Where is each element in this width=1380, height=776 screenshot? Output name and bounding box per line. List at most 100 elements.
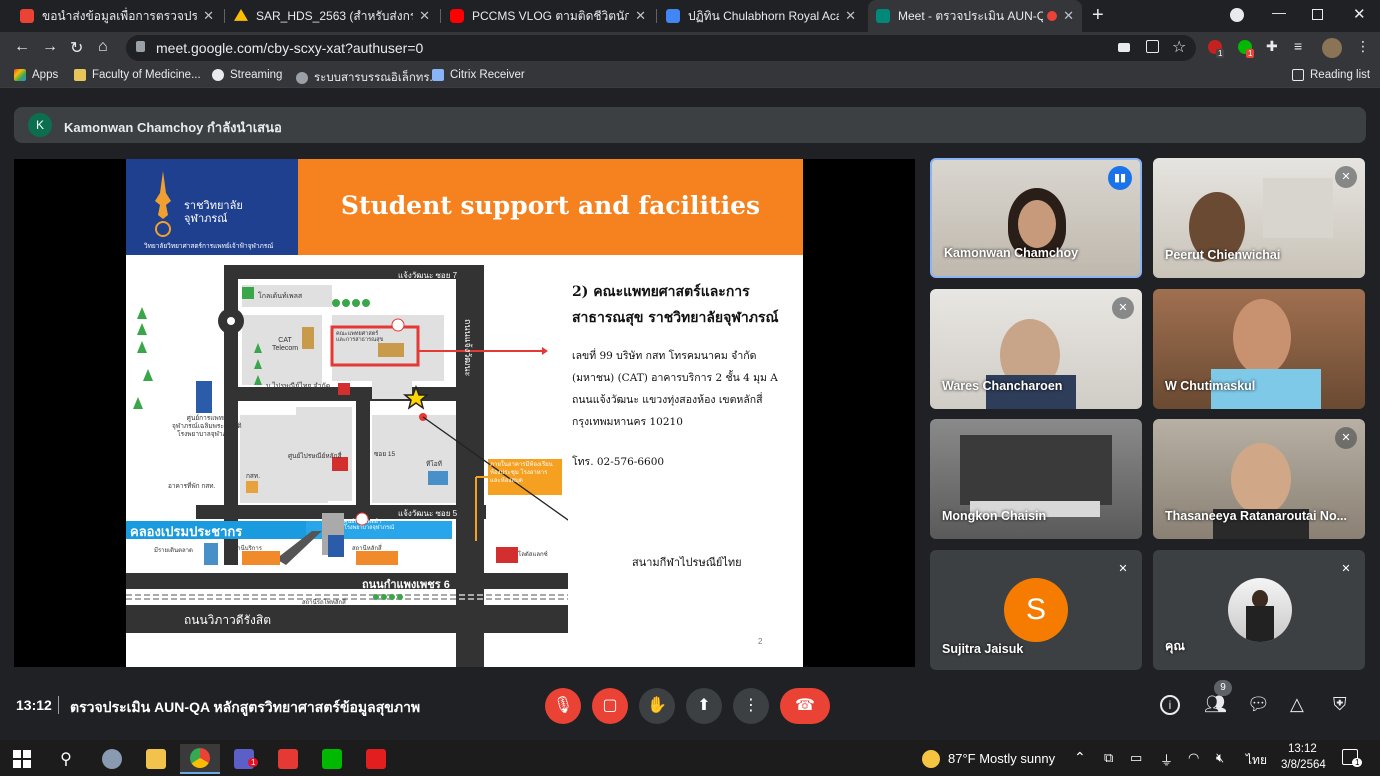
leave-call-button[interactable]: ☎ <box>780 688 830 724</box>
camera-icon[interactable] <box>1118 43 1130 52</box>
bookmark-streaming[interactable]: Streaming <box>212 69 282 81</box>
participant-name: คุณ <box>1165 639 1185 653</box>
people-icon[interactable]: 👥︎ <box>1204 694 1227 715</box>
mic-toggle-button[interactable]: 🎙︎ <box>545 688 581 724</box>
acrobat-icon[interactable] <box>356 744 396 774</box>
file-explorer-icon[interactable] <box>136 744 176 774</box>
mic-off-icon: ✕ <box>1112 297 1134 319</box>
media-icon[interactable]: ≡ <box>1294 38 1302 54</box>
bookmark-apps[interactable]: Apps <box>14 69 58 81</box>
presenter-text: Kamonwan Chamchoy กำลังนำเสนอ <box>64 120 282 135</box>
map-label-cat2: กสท. <box>246 473 260 480</box>
browser-tab-5[interactable]: Meet - ตรวจประเมิน AUN-QA ✕ <box>868 0 1082 32</box>
input-language[interactable]: ไทย <box>1246 751 1267 770</box>
close-icon[interactable]: ✕ <box>635 8 646 24</box>
participant-name: Mongkon Chaisin <box>942 509 1047 523</box>
new-tab-button[interactable]: + <box>1092 4 1104 27</box>
participant-avatar <box>1228 578 1292 642</box>
weather-text[interactable]: 87°F Mostly sunny <box>948 751 1055 766</box>
close-icon[interactable]: ✕ <box>203 8 214 24</box>
logo-text: ราชวิทยาลัย จุฬาภรณ์ <box>184 199 243 225</box>
participant-tile[interactable]: ✕ Thasaneeya Ratanaroutai No... <box>1153 419 1365 539</box>
slide-title-panel: Student support and facilities <box>298 159 803 255</box>
chrome-icon[interactable] <box>180 744 220 774</box>
campus-map: แจ้งวัฒนะ ซอย 7 แจ้งวัฒนะ ซอย 5 ถนนแจ้งว… <box>126 259 568 667</box>
extension-icon[interactable]: 1 <box>1208 40 1225 58</box>
minimize-button[interactable]: — <box>1272 4 1286 20</box>
maximize-button[interactable] <box>1312 9 1323 20</box>
folder-icon <box>74 69 86 81</box>
camera-toggle-button[interactable]: ▢ <box>592 688 628 724</box>
bookmark-citrix[interactable]: Citrix Receiver <box>432 69 525 81</box>
home-icon[interactable]: ⌂ <box>98 38 108 56</box>
browser-tab-4[interactable]: ปฏิทิน Chulabhorn Royal Academ ✕ <box>658 0 864 32</box>
drive-icon <box>234 9 248 21</box>
presenting-banner: K Kamonwan Chamchoy กำลังนำเสนอ <box>14 107 1366 143</box>
teams-icon[interactable]: 1 <box>224 744 264 774</box>
back-icon[interactable]: ← <box>14 38 30 56</box>
windows-taskbar: ⚲ 1 87°F Mostly sunny ⌃ ⧉ ▭ ⏚ ◠ 🔇︎ ไทย 1… <box>0 740 1380 776</box>
raise-hand-button[interactable]: ✋ <box>639 688 675 724</box>
chevron-up-icon[interactable]: ⌃ <box>1074 749 1086 766</box>
participant-tile[interactable]: ✕ Peerut Chienwichai <box>1153 158 1365 278</box>
present-now-button[interactable]: ⬆ <box>686 688 722 724</box>
activities-icon[interactable]: △ <box>1290 694 1304 715</box>
map-label-station1: สถานีรถไฟหลักสี่ <box>302 600 346 606</box>
reload-icon[interactable]: ↻ <box>70 38 83 58</box>
mic-off-icon: ✕ <box>1335 558 1357 580</box>
weather-icon[interactable] <box>922 750 940 768</box>
search-icon[interactable]: ⚲ <box>46 744 86 774</box>
mic-off-icon: ✕ <box>1112 558 1134 580</box>
line-extension-icon[interactable]: 1 <box>1238 40 1255 58</box>
browser-tab-2[interactable]: SAR_HDS_2563 (สำหรับส่งกรรมการ ✕ <box>226 0 438 32</box>
start-button[interactable] <box>2 744 42 774</box>
bookmark-label: Streaming <box>230 69 283 81</box>
battery-icon[interactable]: ▭ <box>1130 750 1142 766</box>
tab-search-icon[interactable] <box>1230 8 1244 22</box>
participant-tile[interactable]: ✕ คุณ <box>1153 550 1365 670</box>
badge: 1 <box>1216 49 1225 58</box>
address-bar[interactable]: meet.google.com/cby-scxy-xat?authuser=0 … <box>126 35 1196 61</box>
participant-tile[interactable]: Mongkon Chaisin <box>930 419 1142 539</box>
bookmarks-bar: Apps Faculty of Medicine... Streaming ระ… <box>0 64 1380 88</box>
clock-date[interactable]: 3/8/2564 <box>1281 759 1326 771</box>
forward-icon[interactable]: → <box>42 38 58 56</box>
map-label-chula-station: สถานีบริการ <box>230 546 263 552</box>
reading-list-button[interactable]: Reading list <box>1292 69 1370 81</box>
speaking-indicator-icon: ▮▮ <box>1108 166 1132 190</box>
participant-tile[interactable]: S ✕ Sujitra Jaisuk <box>930 550 1142 670</box>
camera-app-icon[interactable] <box>268 744 308 774</box>
chat-icon[interactable]: 💬︎ <box>1247 694 1270 715</box>
slide-logo-panel: ราชวิทยาลัย จุฬาภรณ์ วิทยาลัยวิทยาศาสตร์… <box>126 159 298 255</box>
usb-icon[interactable]: ⏚ <box>1160 750 1173 769</box>
taskbar-app-icon[interactable] <box>92 744 132 774</box>
map-label-soi15: ซอย 15 <box>374 451 396 458</box>
meet-tray-icon[interactable]: ⧉ <box>1104 750 1113 766</box>
profile-avatar[interactable] <box>1322 38 1342 58</box>
tab-title: PCCMS VLOG ตามติดชีวิตนักศึกษาฯ <box>472 8 630 23</box>
participant-tile[interactable]: ✕ Wares Chancharoen <box>930 289 1142 409</box>
participant-tile[interactable]: ▮▮ Kamonwan Chamchoy <box>930 158 1142 278</box>
line-icon[interactable] <box>312 744 352 774</box>
volume-icon[interactable]: 🔇︎ <box>1216 750 1224 766</box>
close-icon[interactable]: ✕ <box>419 8 430 24</box>
participant-tile[interactable]: W Chutimaskul <box>1153 289 1365 409</box>
browser-tab-1[interactable]: ขอนำส่งข้อมูลเพื่อการตรวจประเมินคุณ ✕ <box>12 0 222 32</box>
close-icon[interactable]: ✕ <box>845 8 856 24</box>
bookmark-saraban[interactable]: ระบบสารบรรณอิเล็กทร... <box>296 69 439 87</box>
close-icon[interactable]: ✕ <box>1063 8 1074 24</box>
translate-icon[interactable] <box>1146 40 1159 53</box>
browser-tab-3[interactable]: PCCMS VLOG ตามติดชีวิตนักศึกษาฯ ✕ <box>442 0 654 32</box>
bookmark-label: Faculty of Medicine... <box>92 69 201 81</box>
meeting-details-icon[interactable]: i <box>1160 695 1180 715</box>
participant-name: W Chutimaskul <box>1165 379 1256 393</box>
host-controls-icon[interactable]: ⛨ <box>1333 694 1347 715</box>
wifi-icon[interactable]: ◠ <box>1188 750 1199 766</box>
more-options-button[interactable]: ⋮ <box>733 688 769 724</box>
clock-time[interactable]: 13:12 <box>1288 743 1317 755</box>
bookmark-star-icon[interactable]: ☆ <box>1172 37 1186 57</box>
puzzle-icon[interactable]: ✚ <box>1266 38 1278 55</box>
menu-icon[interactable]: ⋮ <box>1356 38 1370 55</box>
window-close-button[interactable]: ✕ <box>1353 5 1366 23</box>
bookmark-faculty[interactable]: Faculty of Medicine... <box>74 69 201 81</box>
